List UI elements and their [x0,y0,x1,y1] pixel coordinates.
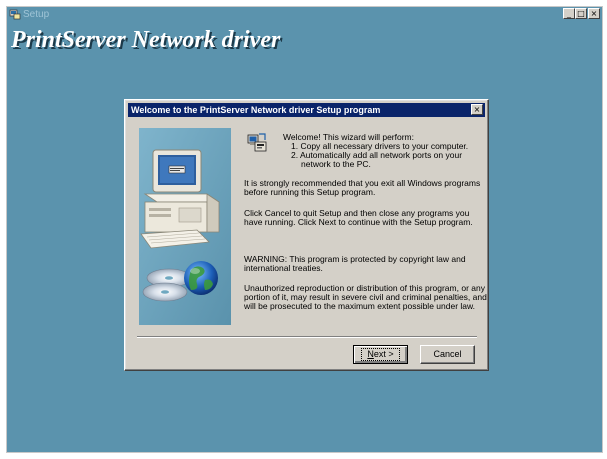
window-title: Setup [23,9,50,20]
warning-line-2: international treaties. [244,263,323,273]
setup-dialog: Welcome to the PrintServer Network drive… [124,99,489,371]
cancel-info-line-2: have running. Click Next to continue wit… [244,217,473,227]
banner-title: PrintServer Network driver [11,27,281,53]
dialog-titlebar[interactable]: Welcome to the PrintServer Network drive… [128,103,485,117]
close-button[interactable]: × [588,8,600,19]
dialog-title: Welcome to the PrintServer Network drive… [131,105,381,115]
step-2-continued-text: network to the PC. [301,159,371,169]
cancel-button[interactable]: Cancel [420,345,475,364]
maximize-button[interactable]: □ [575,8,587,19]
setup-app-icon [9,9,21,20]
button-divider [137,336,477,338]
penalty-line-3: will be prosecuted to the maximum extent… [244,301,476,311]
setup-titlebar[interactable]: Setup _ □ × [7,7,602,22]
computer-with-cd-illustration [139,128,231,325]
minimize-button[interactable]: _ [563,8,575,19]
next-button-label: ext > [373,349,394,359]
next-button-focus: Next > [361,348,400,361]
setup-window: Setup _ □ × PrintServer Network driver W… [6,6,603,453]
next-button[interactable]: Next > [353,345,408,364]
dialog-close-button[interactable]: × [471,104,483,115]
install-computer-icon [247,133,267,152]
computer-illustration-icon [139,128,231,325]
recommend-text-line-2: before running this Setup program. [244,187,376,197]
